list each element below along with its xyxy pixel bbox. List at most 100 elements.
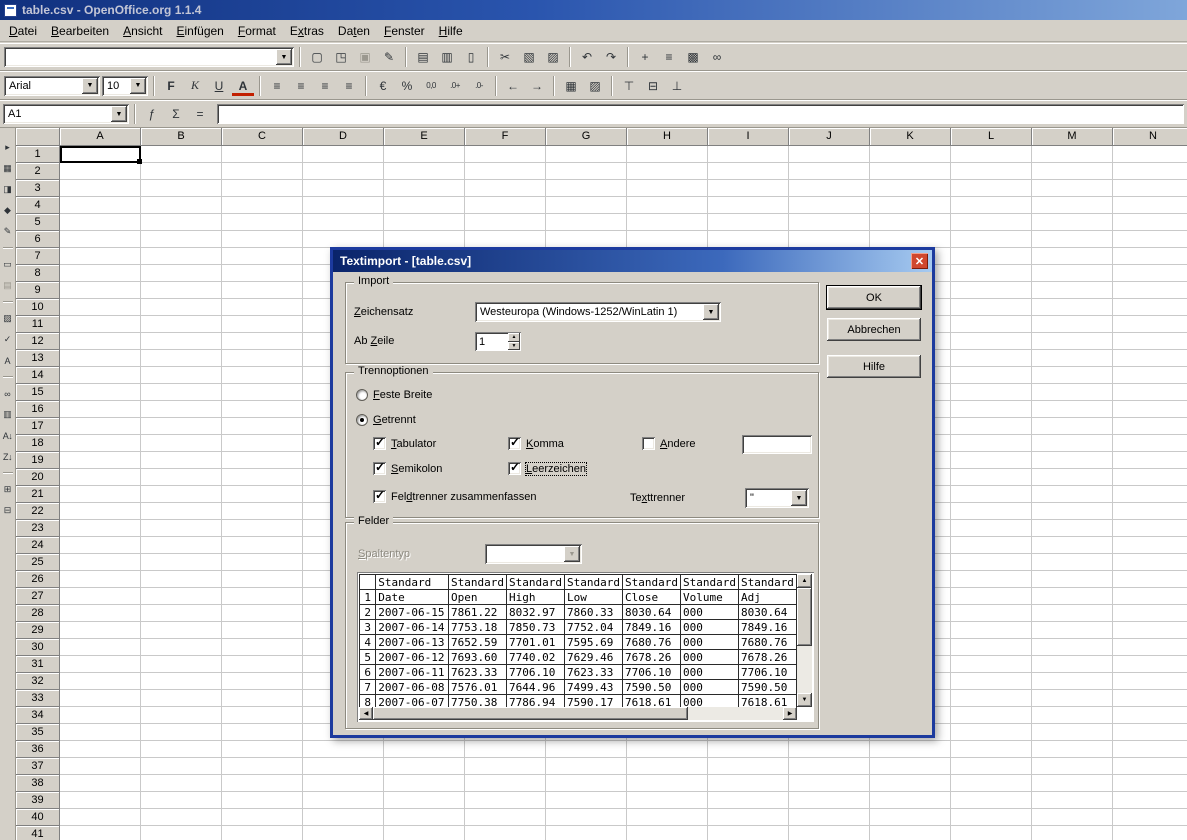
preview-column-header-3[interactable]: Standard [507,575,565,590]
row-header-21[interactable]: 21 [16,486,60,503]
number-format-currency-icon[interactable]: € [372,75,394,96]
menu-einfügen[interactable]: Einfügen [169,21,230,41]
row-header-19[interactable]: 19 [16,452,60,469]
formula-input[interactable] [217,104,1184,124]
preview-column-header-2[interactable]: Standard [449,575,507,590]
form-functions-icon[interactable]: ▭ [0,257,15,272]
row-header-39[interactable]: 39 [16,792,60,809]
row-header-26[interactable]: 26 [16,571,60,588]
row-header-36[interactable]: 36 [16,741,60,758]
choose-themes-icon[interactable]: ▨ [0,311,15,326]
function-icon[interactable]: = [189,104,211,125]
align-right-icon[interactable]: ≡ [314,75,336,96]
active-cell-selection[interactable] [60,146,141,163]
select-all-corner[interactable] [16,128,60,146]
column-header-F[interactable]: F [465,128,546,146]
undo-icon[interactable]: ↶ [576,47,598,68]
number-format-percent-icon[interactable]: % [396,75,418,96]
insert-icon[interactable]: ▸ [0,140,15,155]
vertical-scroll-thumb[interactable] [797,588,812,646]
row-header-38[interactable]: 38 [16,775,60,792]
function-autopilot-icon[interactable]: ƒ [141,104,163,125]
sum-icon[interactable]: Σ [165,104,187,125]
draw-functions-icon[interactable]: ✎ [0,224,15,239]
preview-column-header-6[interactable]: Standard [680,575,738,590]
cut-icon[interactable]: ✂ [494,47,516,68]
menu-daten[interactable]: Daten [331,21,377,41]
row-header-40[interactable]: 40 [16,809,60,826]
row-header-25[interactable]: 25 [16,554,60,571]
open-icon[interactable]: ◳ [330,47,352,68]
column-header-N[interactable]: N [1113,128,1187,146]
from-row-spinner[interactable]: 1 ▲ ▼ [475,332,521,351]
cell-reference-combo[interactable]: A1 ▼ [3,104,129,124]
stylist-icon[interactable]: ≡ [658,47,680,68]
dialog-titlebar[interactable]: Textimport - [table.csv] ✕ [333,250,932,272]
borders-icon[interactable]: ▦ [560,75,582,96]
horizontal-scroll-thumb[interactable] [373,707,688,720]
column-header-K[interactable]: K [870,128,951,146]
column-header-C[interactable]: C [222,128,303,146]
other-checkbox[interactable]: Andere [642,437,695,450]
scroll-up-icon[interactable]: ▲ [797,574,812,588]
column-header-B[interactable]: B [141,128,222,146]
align-top-icon[interactable]: ⊤ [618,75,640,96]
merge-delimiters-checkbox[interactable]: Feldtrenner zusammenfassen [373,490,537,503]
column-header-I[interactable]: I [708,128,789,146]
preview-horizontal-scrollbar[interactable]: ◀ ▶ [359,707,797,720]
tab-checkbox[interactable]: Tabulator [373,437,436,450]
row-header-31[interactable]: 31 [16,656,60,673]
font-color-icon[interactable]: A [232,75,254,96]
chevron-down-icon[interactable]: ▼ [791,490,807,506]
decrease-indent-icon[interactable]: ← [502,75,524,96]
menu-extras[interactable]: Extras [283,21,331,41]
row-header-12[interactable]: 12 [16,333,60,350]
column-header-G[interactable]: G [546,128,627,146]
edit-file-icon[interactable]: ✎ [378,47,400,68]
hyperlink-icon[interactable]: ∞ [706,47,728,68]
ok-button[interactable]: OK [827,286,921,309]
row-header-6[interactable]: 6 [16,231,60,248]
row-header-28[interactable]: 28 [16,605,60,622]
insert-object-icon[interactable]: ◆ [0,203,15,218]
column-header-M[interactable]: M [1032,128,1113,146]
row-header-16[interactable]: 16 [16,401,60,418]
row-header-14[interactable]: 14 [16,367,60,384]
auto-spellcheck-icon[interactable]: A [0,353,15,368]
row-header-13[interactable]: 13 [16,350,60,367]
comma-checkbox[interactable]: Komma [508,437,564,450]
sort-ascending-icon[interactable]: A↓ [0,428,15,443]
separated-radio[interactable]: Getrennt [356,414,416,426]
find-replace-icon[interactable]: ∞ [0,386,15,401]
copy-icon[interactable]: ▧ [518,47,540,68]
spin-up-icon[interactable]: ▲ [508,333,520,342]
underline-icon[interactable]: U [208,75,230,96]
add-decimal-icon[interactable]: .0+ [444,75,466,96]
font-size-combo[interactable]: 10 ▼ [102,76,148,96]
row-header-4[interactable]: 4 [16,197,60,214]
space-checkbox[interactable]: Leerzeichen [508,462,586,475]
preview-vertical-scrollbar[interactable]: ▲ ▼ [797,574,812,707]
dialog-close-button[interactable]: ✕ [911,253,928,269]
menu-bearbeiten[interactable]: Bearbeiten [44,21,116,41]
row-header-30[interactable]: 30 [16,639,60,656]
print-icon[interactable]: ▥ [436,47,458,68]
column-header-A[interactable]: A [60,128,141,146]
align-left-icon[interactable]: ≡ [266,75,288,96]
row-header-29[interactable]: 29 [16,622,60,639]
font-name-combo[interactable]: Arial ▼ [4,76,100,96]
group-icon[interactable]: ⊞ [0,482,15,497]
gallery-icon[interactable]: ▩ [682,47,704,68]
row-header-3[interactable]: 3 [16,180,60,197]
column-header-L[interactable]: L [951,128,1032,146]
align-center-vertical-icon[interactable]: ⊟ [642,75,664,96]
row-header-20[interactable]: 20 [16,469,60,486]
charset-combo[interactable]: Westeuropa (Windows-1252/WinLatin 1) ▼ [475,302,721,322]
navigator-icon[interactable]: + [634,47,656,68]
menu-format[interactable]: Format [231,21,283,41]
chevron-down-icon[interactable]: ▼ [130,78,146,94]
selection-handle[interactable] [137,159,142,164]
align-justified-icon[interactable]: ≡ [338,75,360,96]
export-pdf-icon[interactable]: ▤ [412,47,434,68]
row-header-24[interactable]: 24 [16,537,60,554]
